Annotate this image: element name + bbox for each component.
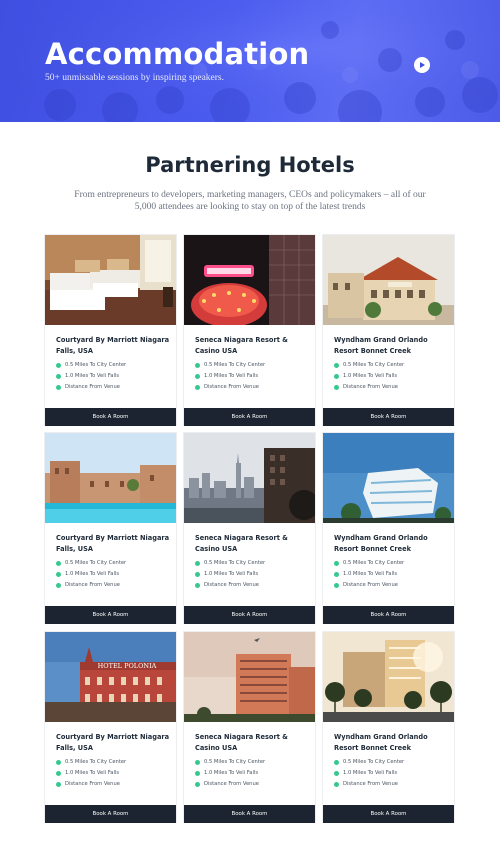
hotel-image-bedroom — [45, 235, 176, 325]
feature-item: Distance From Venue — [334, 384, 398, 391]
feature-item: 0.5 Miles To City Center — [334, 560, 404, 567]
feature-item: 0.5 Miles To City Center — [195, 560, 265, 567]
check-icon — [56, 373, 61, 379]
hotel-name: Courtyard By Marriott Niagara Falls, USA — [56, 534, 170, 553]
hotel-card: Wyndham Grand Orlando Resort Bonnet Cree… — [322, 234, 455, 426]
hotel-card: Seneca Niagara Resort & Casino USA 0.5 M… — [183, 234, 316, 426]
feature-item: 1.0 Miles To Veli Falls — [334, 571, 397, 578]
check-icon — [334, 373, 339, 379]
hotel-card: Seneca Niagara Resort & Casino USA 0.5 M… — [183, 432, 316, 624]
hotel-image-pool — [45, 433, 176, 523]
check-icon — [334, 560, 339, 566]
feature-item: 0.5 Miles To City Center — [195, 759, 265, 766]
hotel-name: Wyndham Grand Orlando Resort Bonnet Cree… — [334, 534, 428, 553]
hero-banner: Accommodation 50+ unmissable sessions by… — [0, 0, 500, 122]
svg-text:HOTEL POLONIA: HOTEL POLONIA — [98, 662, 157, 670]
feature-item: 1.0 Miles To Veli Falls — [56, 571, 119, 578]
check-icon — [56, 781, 61, 787]
check-icon — [56, 770, 61, 776]
hotel-name: Seneca Niagara Resort & Casino USA — [195, 534, 288, 553]
hotel-card: Wyndham Grand Orlando Resort Bonnet Cree… — [322, 432, 455, 624]
check-icon — [334, 571, 339, 577]
check-icon — [56, 582, 61, 588]
book-room-button[interactable]: Book A Room — [323, 805, 454, 823]
hotel-name: Wyndham Grand Orlando Resort Bonnet Cree… — [334, 733, 428, 752]
hotel-name: Seneca Niagara Resort & Casino USA — [195, 336, 288, 355]
hotel-card: Seneca Niagara Resort & Casino USA 0.5 M… — [183, 631, 316, 823]
hotel-card: Courtyard By Marriott Niagara Falls, USA… — [44, 432, 177, 624]
feature-item: 1.0 Miles To Veli Falls — [56, 770, 119, 777]
feature-item: 0.5 Miles To City Center — [56, 560, 126, 567]
section-description: From entrepreneurs to developers, market… — [74, 190, 426, 212]
feature-item: 1.0 Miles To Veli Falls — [195, 571, 258, 578]
feature-item: 1.0 Miles To Veli Falls — [334, 770, 397, 777]
check-icon — [195, 560, 200, 566]
check-icon — [195, 759, 200, 765]
hotel-name: Wyndham Grand Orlando Resort Bonnet Cree… — [334, 336, 428, 355]
book-room-button[interactable]: Book A Room — [45, 408, 176, 426]
check-icon — [334, 384, 339, 390]
book-room-button[interactable]: Book A Room — [323, 408, 454, 426]
hotel-image-tower — [184, 632, 315, 722]
feature-item: 0.5 Miles To City Center — [334, 759, 404, 766]
feature-item: 0.5 Miles To City Center — [56, 362, 126, 369]
feature-item: 1.0 Miles To Veli Falls — [195, 373, 258, 380]
play-icon[interactable] — [414, 57, 430, 73]
feature-item: Distance From Venue — [195, 781, 259, 788]
feature-item: Distance From Venue — [195, 582, 259, 589]
check-icon — [334, 781, 339, 787]
check-icon — [334, 759, 339, 765]
check-icon — [195, 384, 200, 390]
hotel-name: Courtyard By Marriott Niagara Falls, USA — [56, 336, 170, 355]
feature-item: Distance From Venue — [56, 384, 120, 391]
check-icon — [334, 582, 339, 588]
check-icon — [56, 759, 61, 765]
feature-item: 1.0 Miles To Veli Falls — [195, 770, 258, 777]
check-icon — [334, 770, 339, 776]
check-icon — [195, 373, 200, 379]
feature-item: 0.5 Miles To City Center — [56, 759, 126, 766]
hotel-card: Wyndham Grand Orlando Resort Bonnet Cree… — [322, 631, 455, 823]
feature-item: Distance From Venue — [334, 582, 398, 589]
book-room-button[interactable]: Book A Room — [45, 805, 176, 823]
feature-item: 0.5 Miles To City Center — [334, 362, 404, 369]
check-icon — [334, 362, 339, 368]
check-icon — [195, 571, 200, 577]
hotel-card: HOTEL POLONIA Courtyard By Marriott Niag… — [44, 631, 177, 823]
feature-item: Distance From Venue — [56, 582, 120, 589]
check-icon — [195, 582, 200, 588]
hotel-card: Courtyard By Marriott Niagara Falls, USA… — [44, 234, 177, 426]
section-title: Partnering Hotels — [145, 153, 355, 177]
feature-item: Distance From Venue — [195, 384, 259, 391]
check-icon — [56, 362, 61, 368]
hotel-name: Courtyard By Marriott Niagara Falls, USA — [56, 733, 170, 752]
feature-item: Distance From Venue — [334, 781, 398, 788]
hotel-image-polonia: HOTEL POLONIA — [45, 632, 176, 722]
book-room-button[interactable]: Book A Room — [45, 606, 176, 624]
hotel-image-casino — [184, 235, 315, 325]
hotel-name: Seneca Niagara Resort & Casino USA — [195, 733, 288, 752]
book-room-button[interactable]: Book A Room — [184, 805, 315, 823]
feature-item: Distance From Venue — [56, 781, 120, 788]
hero-subtitle: 50+ unmissable sessions by inspiring spe… — [45, 73, 224, 83]
check-icon — [56, 571, 61, 577]
book-room-button[interactable]: Book A Room — [184, 408, 315, 426]
check-icon — [195, 781, 200, 787]
check-icon — [56, 560, 61, 566]
page-title: Accommodation — [45, 37, 310, 71]
feature-item: 0.5 Miles To City Center — [195, 362, 265, 369]
hotel-image-exterior — [323, 235, 454, 325]
feature-item: 1.0 Miles To Veli Falls — [56, 373, 119, 380]
feature-item: 1.0 Miles To Veli Falls — [334, 373, 397, 380]
hotel-image-modern — [323, 433, 454, 523]
check-icon — [195, 770, 200, 776]
hotel-image-skyline — [184, 433, 315, 523]
hotel-image-palms — [323, 632, 454, 722]
check-icon — [195, 362, 200, 368]
check-icon — [56, 384, 61, 390]
book-room-button[interactable]: Book A Room — [184, 606, 315, 624]
book-room-button[interactable]: Book A Room — [323, 606, 454, 624]
